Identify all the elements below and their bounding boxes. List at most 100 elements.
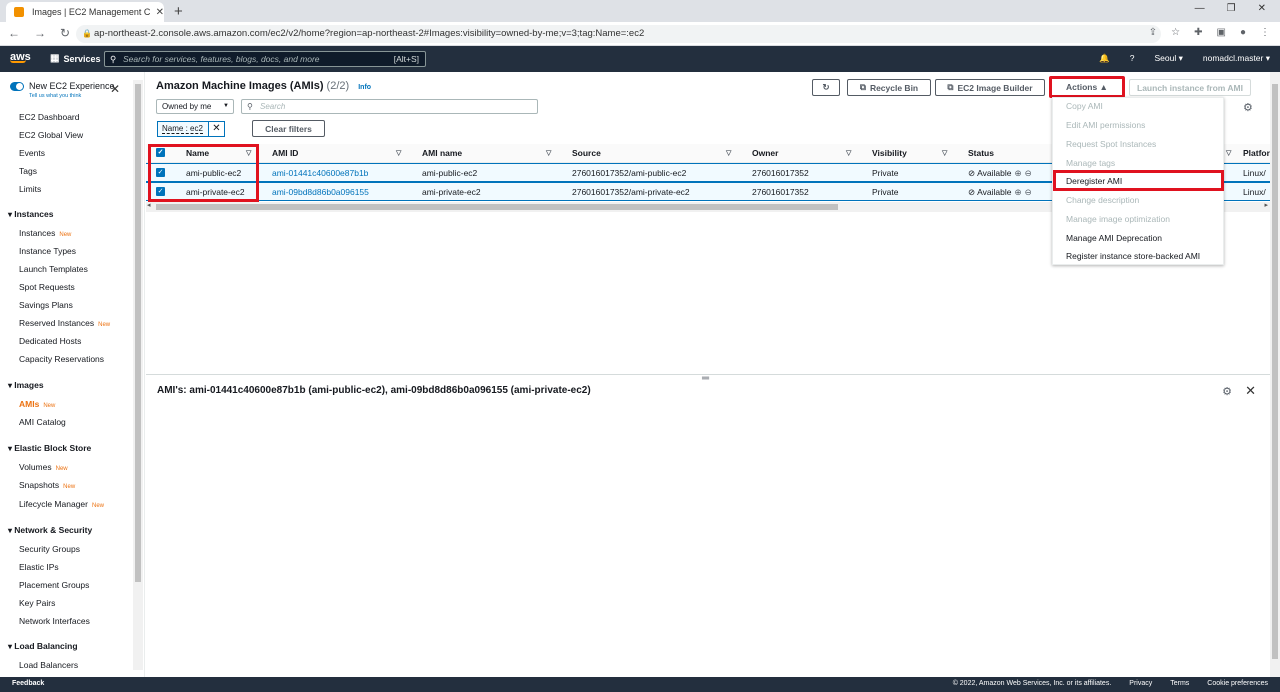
sidebar-item-instances[interactable]: Instances New [19,228,71,238]
new-tab-icon[interactable]: + [174,3,183,20]
feedback-link[interactable]: Tell us what you think [29,93,115,99]
scroll-right-icon[interactable]: ▸ [1264,201,1268,209]
col-ami-id[interactable]: AMI ID [272,148,298,158]
sidebar-item-load-balancers[interactable]: Load Balancers [19,660,78,670]
recycle-bin-button[interactable]: ⧉ Recycle Bin [847,79,931,96]
sidebar-item-snapshots[interactable]: Snapshots New [19,480,75,490]
sort-icon[interactable]: ▽ [1226,149,1231,157]
sort-icon[interactable]: ▽ [942,149,947,157]
sidebar-item-global-view[interactable]: EC2 Global View [19,130,83,140]
cell-ami-id-link[interactable]: ami-01441c40600e87b1b [272,168,368,178]
menu-item-change-description[interactable]: Change description [1066,195,1139,205]
sidebar-scrollbar[interactable] [133,80,143,670]
sidebar-item-limits[interactable]: Limits [19,184,41,194]
sort-icon[interactable]: ▽ [396,149,401,157]
col-platform[interactable]: Platfor [1243,148,1270,158]
aws-logo[interactable]: aws [10,51,31,63]
new-experience-toggle[interactable]: New EC2 Experience Tell us what you thin… [10,81,115,99]
sort-icon[interactable]: ▽ [846,149,851,157]
sidebar-item-savings-plans[interactable]: Savings Plans [19,300,73,310]
url-field[interactable]: 🔒 ap-northeast-2.console.aws.amazon.com/… [76,25,1161,43]
privacy-link[interactable]: Privacy [1129,680,1152,687]
sidebar-header-load-balancing[interactable]: Load Balancing [8,641,77,651]
terms-link[interactable]: Terms [1170,680,1189,687]
image-builder-button[interactable]: ⧉ EC2 Image Builder [935,79,1045,96]
bookmark-star-icon[interactable]: ☆ [1171,27,1180,38]
sort-icon[interactable]: ▽ [726,149,731,157]
col-owner[interactable]: Owner [752,148,778,158]
aws-search-input[interactable]: ⚲ Search for services, features, blogs, … [104,51,426,67]
menu-icon[interactable]: ⋮ [1260,27,1270,38]
sidebar-item-instance-types[interactable]: Instance Types [19,246,76,256]
menu-item-register-store-backed[interactable]: Register instance store-backed AMI [1066,251,1200,261]
menu-item-edit-permissions[interactable]: Edit AMI permissions [1066,120,1145,130]
cell-ami-id-link[interactable]: ami-09bd8d86b0a096155 [272,187,369,197]
share-icon[interactable]: ⇪ [1149,27,1157,38]
remove-filter-icon[interactable]: ✕ [208,121,225,137]
sidebar-item-launch-templates[interactable]: Launch Templates [19,264,88,274]
sidebar-item-ec2-dashboard[interactable]: EC2 Dashboard [19,112,79,122]
sidebar-item-amis[interactable]: AMIs New [19,399,55,409]
sidebar-item-reserved-instances[interactable]: Reserved Instances New [19,318,110,328]
sidebar-item-network-interfaces[interactable]: Network Interfaces [19,616,90,626]
menu-item-ami-deprecation[interactable]: Manage AMI Deprecation [1066,233,1162,243]
services-menu[interactable]: ▦ Services [50,53,101,64]
profile-icon[interactable]: ● [1240,27,1246,38]
info-link[interactable]: Info [358,84,371,91]
split-close-icon[interactable]: ✕ [1245,383,1256,399]
sidebar-header-images[interactable]: Images [8,380,43,390]
close-tab-icon[interactable]: ✕ [156,7,164,18]
feedback-link[interactable]: Feedback [12,680,44,687]
col-ami-name[interactable]: AMI name [422,148,462,158]
forward-icon[interactable]: → [34,26,46,40]
account-menu[interactable]: nomadcl.master ▾ [1203,53,1270,64]
sidebar-item-spot-requests[interactable]: Spot Requests [19,282,75,292]
zoom-out-icon[interactable]: ⊖ [1025,168,1032,178]
split-settings-gear-icon[interactable]: ⚙ [1222,385,1232,398]
sidebar-header-ebs[interactable]: Elastic Block Store [8,443,91,453]
region-selector[interactable]: Seoul ▾ [1155,53,1183,64]
close-window-icon[interactable]: ✕ [1258,3,1266,14]
sidebar-item-security-groups[interactable]: Security Groups [19,544,80,554]
resize-handle-icon[interactable]: ═ [702,373,709,384]
zoom-in-icon[interactable]: ⊕ [1014,168,1021,178]
restore-icon[interactable]: ❐ [1227,3,1236,14]
sort-icon[interactable]: ▽ [546,149,551,157]
extensions-icon[interactable]: ✚ [1194,27,1202,38]
sidebar-item-ami-catalog[interactable]: AMI Catalog [19,417,66,427]
col-source[interactable]: Source [572,148,601,158]
refresh-button[interactable]: ↻ [812,79,840,96]
menu-item-request-spot[interactable]: Request Spot Instances [1066,139,1156,149]
toggle-switch[interactable] [10,82,24,91]
col-visibility[interactable]: Visibility [872,148,907,158]
sidebar-header-network-security[interactable]: Network & Security [8,525,92,535]
sidebar-item-key-pairs[interactable]: Key Pairs [19,598,55,608]
settings-gear-icon[interactable]: ⚙ [1243,101,1253,114]
back-icon[interactable]: ← [8,26,20,40]
filter-token[interactable]: Name : ec2 ✕ [157,121,225,137]
help-icon[interactable]: ? [1130,53,1135,64]
menu-item-manage-tags[interactable]: Manage tags [1066,158,1115,168]
sidepanel-icon[interactable]: ▣ [1217,27,1226,38]
scroll-left-icon[interactable]: ◂ [147,201,151,209]
sidebar-item-lifecycle-manager[interactable]: Lifecycle Manager New [19,499,104,509]
launch-instance-button[interactable]: Launch instance from AMI [1129,79,1251,96]
ami-search-input[interactable]: ⚲ Search [241,99,538,114]
reload-icon[interactable]: ↻ [60,26,70,40]
menu-item-copy-ami[interactable]: Copy AMI [1066,101,1103,111]
sidebar-item-dedicated-hosts[interactable]: Dedicated Hosts [19,336,81,346]
zoom-out-icon[interactable]: ⊖ [1025,187,1032,197]
browser-tab[interactable]: Images | EC2 Management Con ✕ [6,2,164,22]
owned-by-select[interactable]: Owned by me [156,99,234,114]
sidebar-item-elastic-ips[interactable]: Elastic IPs [19,562,59,572]
sidebar-item-placement-groups[interactable]: Placement Groups [19,580,89,590]
clear-filters-button[interactable]: Clear filters [252,120,325,137]
menu-item-image-optimization[interactable]: Manage image optimization [1066,214,1170,224]
sidebar-item-volumes[interactable]: Volumes New [19,462,68,472]
col-status[interactable]: Status [968,148,994,158]
minimize-icon[interactable]: — [1195,3,1205,14]
notifications-bell-icon[interactable]: 🔔 [1099,53,1110,64]
zoom-in-icon[interactable]: ⊕ [1014,187,1021,197]
cookie-preferences-link[interactable]: Cookie preferences [1207,680,1268,687]
close-sidebar-icon[interactable]: ✕ [110,82,120,96]
